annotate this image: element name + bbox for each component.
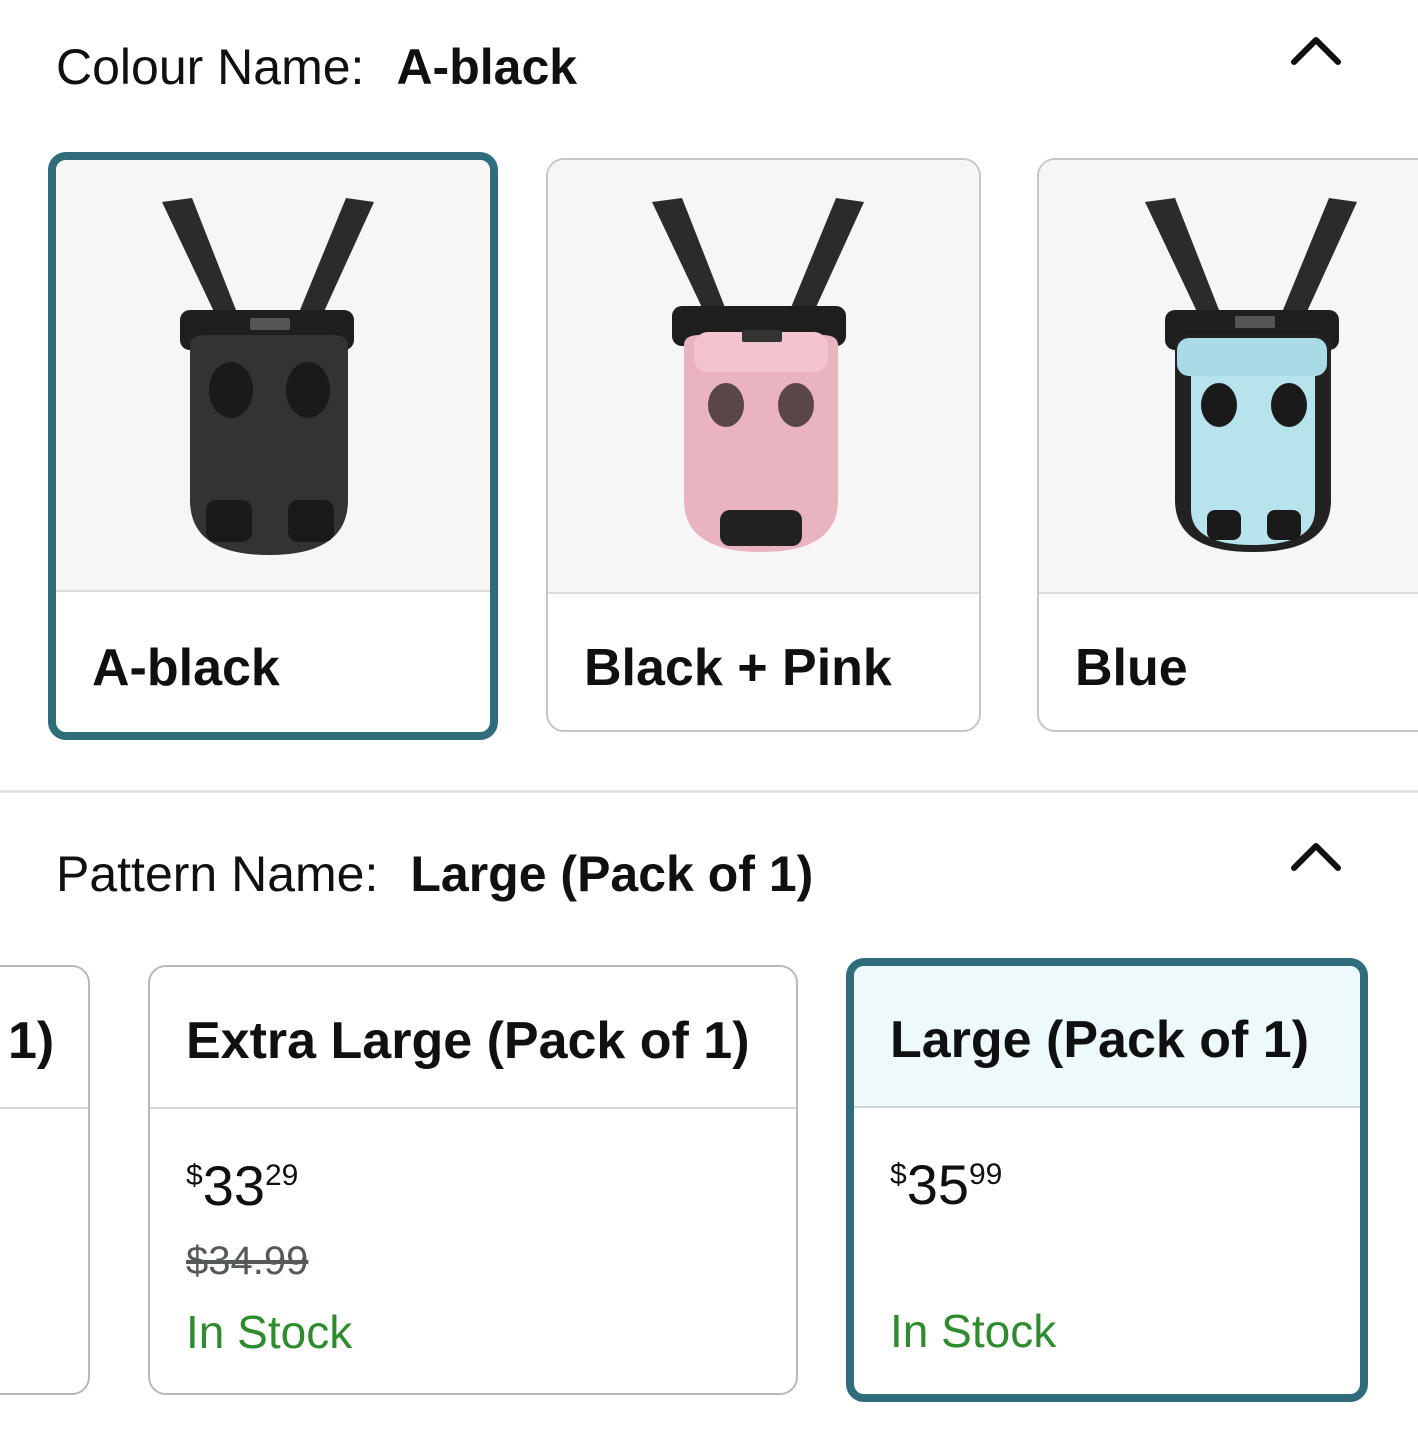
swatch-image (56, 160, 490, 590)
swatch-divider (1039, 592, 1418, 594)
pattern-card-large[interactable]: Large (Pack of 1) $3599 In Stock (846, 958, 1368, 1402)
price-currency: $ (890, 1158, 907, 1191)
swatch-label: A-black (92, 639, 280, 697)
colour-selected-value: A-black (396, 39, 578, 95)
price: $3329 (186, 1153, 298, 1218)
colour-name-label: Colour Name: (56, 39, 365, 95)
swatch-label: Black + Pink (584, 639, 892, 697)
pattern-selected-value: Large (Pack of 1) (410, 846, 814, 902)
price-fraction: 99 (968, 1158, 1003, 1191)
card-divider (854, 1106, 1360, 1108)
stock-status: In Stock (186, 1306, 353, 1358)
pattern-card-partial[interactable]: 1) (0, 965, 90, 1395)
colour-name-heading: Colour Name: A-black (56, 38, 577, 96)
pattern-card-title: Large (Pack of 1) (890, 1011, 1310, 1069)
price-currency: $ (186, 1159, 203, 1192)
price-whole: 33 (202, 1154, 265, 1217)
swatch-label: Blue (1075, 639, 1188, 697)
stock-status: In Stock (890, 1305, 1057, 1357)
swatch-image (1039, 160, 1418, 592)
swatch-image (548, 160, 979, 592)
card-divider (0, 1107, 88, 1109)
price-whole: 35 (906, 1153, 969, 1216)
pattern-card-title: Extra Large (Pack of 1) (186, 1012, 750, 1070)
pattern-card-title: 1) (8, 1012, 55, 1070)
price: $3599 (890, 1152, 1002, 1217)
pet-carrier-pink-icon (652, 198, 864, 552)
section-divider (0, 790, 1418, 793)
colour-swatch-black-pink[interactable]: Black + Pink (546, 158, 981, 732)
swatch-divider (56, 590, 490, 592)
pet-carrier-black-icon (162, 198, 374, 555)
swatch-divider (548, 592, 979, 594)
list-price: $34.99 (186, 1239, 309, 1283)
chevron-up-icon[interactable] (1288, 26, 1344, 82)
pet-carrier-blue-icon (1145, 198, 1357, 552)
colour-swatch-a-black[interactable]: A-black (48, 152, 498, 740)
pattern-name-label: Pattern Name: (56, 846, 379, 902)
card-divider (150, 1107, 796, 1109)
pattern-name-heading: Pattern Name: Large (Pack of 1) (56, 845, 813, 903)
chevron-up-icon[interactable] (1288, 832, 1344, 888)
colour-swatch-blue[interactable]: Blue (1037, 158, 1418, 732)
price-fraction: 29 (264, 1159, 299, 1192)
pattern-card-extra-large[interactable]: Extra Large (Pack of 1) $3329 $34.99 In … (148, 965, 798, 1395)
